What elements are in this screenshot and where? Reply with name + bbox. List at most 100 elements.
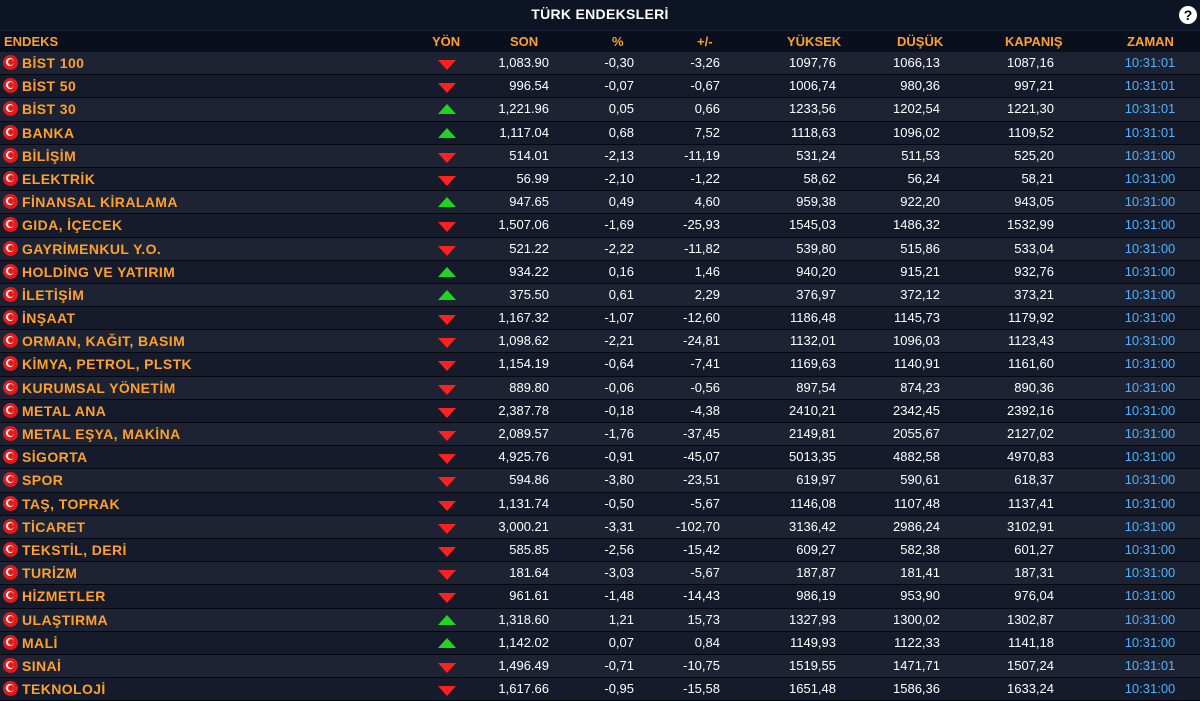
arrow-down-icon	[438, 570, 456, 581]
table-row[interactable]: SİGORTA 4,925.76 -0,91 -45,07 5013,35 4882,58…	[0, 446, 1200, 470]
index-name[interactable]: MALİ	[22, 632, 422, 654]
table-row[interactable]: İNŞAAT 1,167.32 -1,07 -12,60 1186,48 1145,73 1…	[0, 307, 1200, 331]
table-row[interactable]: KİMYA, PETROL, PLSTK 1,154.19 -0,64 -7,41 11…	[0, 353, 1200, 377]
help-icon[interactable]: ?	[1179, 6, 1197, 24]
index-name[interactable]: BİST 30	[22, 98, 422, 120]
turkey-flag-icon	[3, 565, 18, 581]
index-name[interactable]: FİNANSAL KİRALAMA	[22, 191, 422, 213]
table-row[interactable]: TURİZM 181.64 -3,03 -5,67 187,87 181,41 187,31…	[0, 562, 1200, 586]
table-row[interactable]: BANKA 1,117.04 0,68 7,52 1118,63 1096,02 1109,…	[0, 121, 1200, 145]
col-yuksek[interactable]: YÜKSEK	[787, 34, 841, 49]
update-time: 10:31:00	[1124, 147, 1176, 163]
index-name[interactable]: GAYRİMENKUL Y.O.	[22, 238, 422, 260]
index-name[interactable]: ELEKTRİK	[22, 168, 422, 190]
index-table: BİST 100 1,083.90 -0,30 -3,26 1097,76 1066,13…	[0, 52, 1200, 701]
arrow-down-icon	[438, 152, 456, 163]
table-row[interactable]: GAYRİMENKUL Y.O. 521.22 -2,22 -11,82 539,80 5…	[0, 237, 1200, 261]
last-price: 1,083.90	[498, 55, 549, 70]
direction-cell	[426, 214, 466, 236]
turkey-flag-icon	[3, 426, 18, 441]
low-value: 582,38	[900, 541, 940, 557]
direction-cell	[426, 562, 466, 584]
index-name[interactable]: TEKSTİL, DERİ	[22, 539, 422, 561]
table-row[interactable]: FİNANSAL KİRALAMA 947.65 0,49 4,60 959,38 922…	[0, 191, 1200, 215]
low-value: 1066,13	[893, 55, 940, 70]
col-dusuk[interactable]: DÜŞÜK	[897, 34, 943, 49]
table-row[interactable]: GIDA, İÇECEK 1,507.06 -1,69 -25,93 1545,03 14…	[0, 214, 1200, 238]
percent-change: 1,21	[608, 611, 634, 627]
table-row[interactable]: TAŞ, TOPRAK 1,131.74 -0,50 -5,67 1146,08 1107…	[0, 492, 1200, 516]
table-row[interactable]: TEKNOLOJİ 1,617.66 -0,95 -15,58 1651,48 1586,…	[0, 678, 1200, 701]
index-name[interactable]: SINAİ	[22, 655, 422, 677]
index-name[interactable]: TEKNOLOJİ	[22, 678, 422, 700]
table-row[interactable]: BİST 30 1,221.96 0,05 0,66 1233,56 1202,54 122…	[0, 98, 1200, 122]
table-row[interactable]: BİST 100 1,083.90 -0,30 -3,26 1097,76 1066,13…	[0, 52, 1200, 76]
index-name[interactable]: KURUMSAL YÖNETİM	[22, 377, 422, 399]
table-row[interactable]: HOLDİNG VE YATIRIM 934.22 0,16 1,46 940,20 91…	[0, 260, 1200, 284]
net-change: -24,81	[683, 333, 720, 349]
low-value: 980,36	[900, 78, 940, 94]
arrow-down-icon	[438, 338, 456, 349]
table-row[interactable]: ULAŞTIRMA 1,318.60 1,21 15,73 1327,93 1300,02…	[0, 608, 1200, 632]
table-row[interactable]: BİST 50 996.54 -0,07 -0,67 1006,74 980,36 997,…	[0, 75, 1200, 99]
col-son[interactable]: SON	[510, 34, 538, 49]
percent-change: -2,56	[604, 541, 634, 557]
index-name[interactable]: KİMYA, PETROL, PLSTK	[22, 353, 422, 375]
col-pct[interactable]: %	[612, 34, 624, 49]
table-row[interactable]: KURUMSAL YÖNETİM 889.80 -0,06 -0,56 897,54 87…	[0, 376, 1200, 400]
index-name[interactable]: GIDA, İÇECEK	[22, 214, 422, 236]
index-name[interactable]: BANKA	[22, 122, 422, 144]
index-name[interactable]: HOLDİNG VE YATIRIM	[22, 261, 422, 283]
turkey-flag-icon	[3, 240, 18, 256]
turkey-flag-icon	[3, 611, 18, 627]
arrow-down-icon	[438, 384, 456, 395]
close-value: 1633,24	[1007, 681, 1054, 697]
col-zaman[interactable]: ZAMAN	[1127, 34, 1174, 49]
col-yon[interactable]: YÖN	[432, 34, 460, 49]
percent-change: -3,31	[604, 518, 634, 534]
direction-cell	[426, 122, 466, 144]
arrow-up-icon	[438, 614, 456, 625]
table-row[interactable]: BİLİŞİM 514.01 -2,13 -11,19 531,24 511,53 525,…	[0, 144, 1200, 168]
direction-cell	[426, 353, 466, 375]
index-name[interactable]: TİCARET	[22, 516, 422, 538]
table-row[interactable]: SINAİ 1,496.49 -0,71 -10,75 1519,55 1471,71 15…	[0, 654, 1200, 679]
net-change: -15,58	[683, 681, 720, 697]
index-name[interactable]: SPOR	[22, 469, 422, 491]
percent-change: -0,50	[604, 495, 634, 511]
index-name[interactable]: BİLİŞİM	[22, 145, 422, 167]
index-name[interactable]: ULAŞTIRMA	[22, 609, 422, 631]
col-chg[interactable]: +/-	[697, 34, 713, 49]
index-name[interactable]: TAŞ, TOPRAK	[22, 493, 422, 515]
table-row[interactable]: TEKSTİL, DERİ 585.85 -2,56 -15,42 609,27 582,…	[0, 538, 1200, 563]
table-row[interactable]: İLETİŞİM 375.50 0,61 2,29 376,97 372,12 373,21…	[0, 283, 1200, 308]
table-row[interactable]: METAL ANA 2,387.78 -0,18 -4,38 2410,21 2342,4…	[0, 399, 1200, 423]
index-name[interactable]: TURİZM	[22, 562, 422, 584]
col-endeks[interactable]: ENDEKS	[4, 34, 58, 49]
index-name[interactable]: BİST 100	[22, 52, 422, 74]
index-name[interactable]: ORMAN, KAĞIT, BASIM	[22, 330, 422, 352]
update-time: 10:31:00	[1124, 194, 1176, 210]
index-name[interactable]: İLETİŞİM	[22, 284, 422, 306]
table-row[interactable]: ELEKTRİK 56.99 -2,10 -1,22 58,62 56,24 58,21 10…	[0, 167, 1200, 192]
percent-change: -1,07	[604, 310, 634, 326]
update-time: 10:31:00	[1124, 472, 1176, 488]
index-name[interactable]: İNŞAAT	[22, 307, 422, 329]
table-row[interactable]: TİCARET 3,000.21 -3,31 -102,70 3136,42 2986,2…	[0, 515, 1200, 539]
table-row[interactable]: MALİ 1,142.02 0,07 0,84 1149,93 1122,33 1141,1…	[0, 631, 1200, 655]
arrow-up-icon	[438, 289, 456, 300]
percent-change: -1,76	[604, 426, 634, 441]
index-name[interactable]: HİZMETLER	[22, 585, 422, 607]
turkey-flag-icon	[3, 78, 18, 94]
index-name[interactable]: METAL EŞYA, MAKİNA	[22, 423, 422, 445]
table-row[interactable]: HİZMETLER 961.61 -1,48 -14,43 986,19 953,90 97…	[0, 585, 1200, 609]
high-value: 539,80	[796, 240, 836, 256]
index-name[interactable]: BİST 50	[22, 75, 422, 97]
col-kapanis[interactable]: KAPANIŞ	[1005, 34, 1063, 49]
table-row[interactable]: SPOR 594.86 -3,80 -23,51 619,97 590,61 618,37 1…	[0, 469, 1200, 493]
table-row[interactable]: METAL EŞYA, MAKİNA 2,089.57 -1,76 -37,45 214…	[0, 423, 1200, 447]
index-name[interactable]: METAL ANA	[22, 400, 422, 422]
direction-cell	[426, 655, 466, 677]
table-row[interactable]: ORMAN, KAĞIT, BASIM 1,098.62 -2,21 -24,81 11…	[0, 330, 1200, 354]
index-name[interactable]: SİGORTA	[22, 446, 422, 468]
